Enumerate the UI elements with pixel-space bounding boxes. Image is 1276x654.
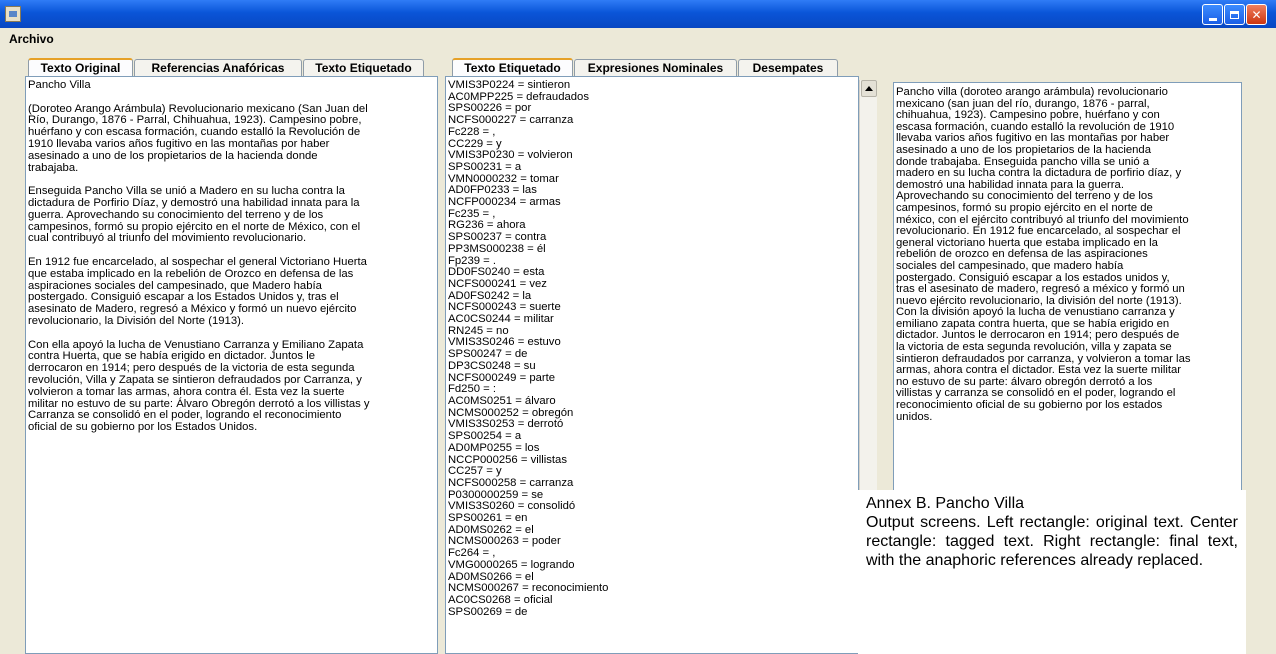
tab-label: Desempates (752, 61, 824, 75)
menu-bar: Archivo (0, 28, 1276, 50)
annex-caption: Output screens. Left rectangle: original… (866, 514, 1238, 569)
tab-label: Referencias Anafóricas (151, 61, 285, 75)
final-text: Pancho villa (doroteo arango arámbula) r… (896, 86, 1191, 423)
tab-label: Texto Etiquetado (315, 61, 412, 75)
tab-referencias-anaforicas[interactable]: Referencias Anafóricas (134, 59, 302, 76)
tab-texto-etiquetado[interactable]: Texto Etiquetado (452, 58, 573, 76)
tagged-text-panel[interactable]: VMIS3P0224 = sintieron AC0MPP225 = defra… (445, 76, 859, 654)
close-button[interactable] (1246, 4, 1267, 25)
annex-caption-box: Annex B. Pancho Villa Output screens. Le… (858, 490, 1246, 654)
annex-title: Annex B. Pancho Villa (866, 495, 1025, 512)
original-text-panel[interactable]: Pancho Villa (Doroteo Arango Arámbula) R… (25, 76, 438, 654)
tab-texto-etiquetado-left[interactable]: Texto Etiquetado (303, 59, 424, 76)
minimize-button[interactable] (1202, 4, 1223, 25)
tab-desempates[interactable]: Desempates (738, 59, 838, 76)
menu-archivo[interactable]: Archivo (9, 32, 54, 46)
arrow-up-icon[interactable] (861, 80, 877, 97)
tab-label: Texto Etiquetado (464, 61, 561, 75)
original-text: Pancho Villa (Doroteo Arango Arámbula) R… (28, 79, 370, 434)
tab-label: Expresiones Nominales (587, 61, 724, 75)
maximize-button[interactable] (1224, 4, 1245, 25)
tagged-text: VMIS3P0224 = sintieron AC0MPP225 = defra… (448, 79, 609, 618)
tab-expresiones-nominales[interactable]: Expresiones Nominales (574, 59, 737, 76)
tab-label: Texto Original (40, 61, 121, 75)
java-cup-icon (5, 6, 21, 22)
title-bar (0, 0, 1276, 28)
tab-texto-original[interactable]: Texto Original (28, 58, 133, 76)
